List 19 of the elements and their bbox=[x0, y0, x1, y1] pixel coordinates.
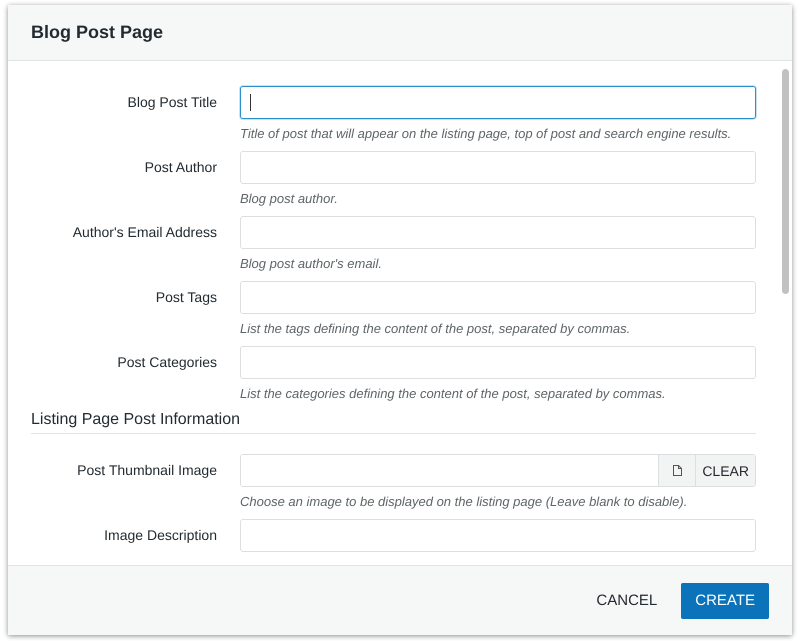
field-label: Post Thumbnail Image bbox=[76, 461, 217, 480]
help-text: Blog post author. bbox=[240, 191, 339, 206]
help-text: List the categories defining the content of the post, separated by commas. bbox=[240, 386, 667, 401]
field-label: Post Categories bbox=[116, 353, 217, 372]
field-label: Blog Post Title bbox=[126, 93, 217, 112]
help-text: List the tags defining the content of the post, separated by commas. bbox=[240, 321, 632, 336]
text-input[interactable] bbox=[240, 86, 756, 119]
dialog-title: Blog Post Page bbox=[31, 22, 164, 43]
field-label: Post Author bbox=[144, 158, 217, 177]
text-cursor bbox=[250, 94, 251, 111]
help-text: Blog post author's email. bbox=[240, 256, 383, 271]
field-label: Image Description bbox=[103, 526, 217, 545]
section-heading: Listing Page Post Information bbox=[31, 411, 756, 434]
cancel-button[interactable]: CANCEL bbox=[582, 582, 672, 618]
help-text: Choose an image to be displayed on the listing page (Leave blank to disable). bbox=[240, 494, 688, 509]
help-text: Title of post that will appear on the listing page, top of post and search engine results. bbox=[240, 126, 732, 141]
field-label: Post Tags bbox=[154, 288, 217, 307]
field-label: Author's Email Address bbox=[72, 223, 217, 242]
create-button[interactable]: CREATE bbox=[681, 582, 769, 618]
